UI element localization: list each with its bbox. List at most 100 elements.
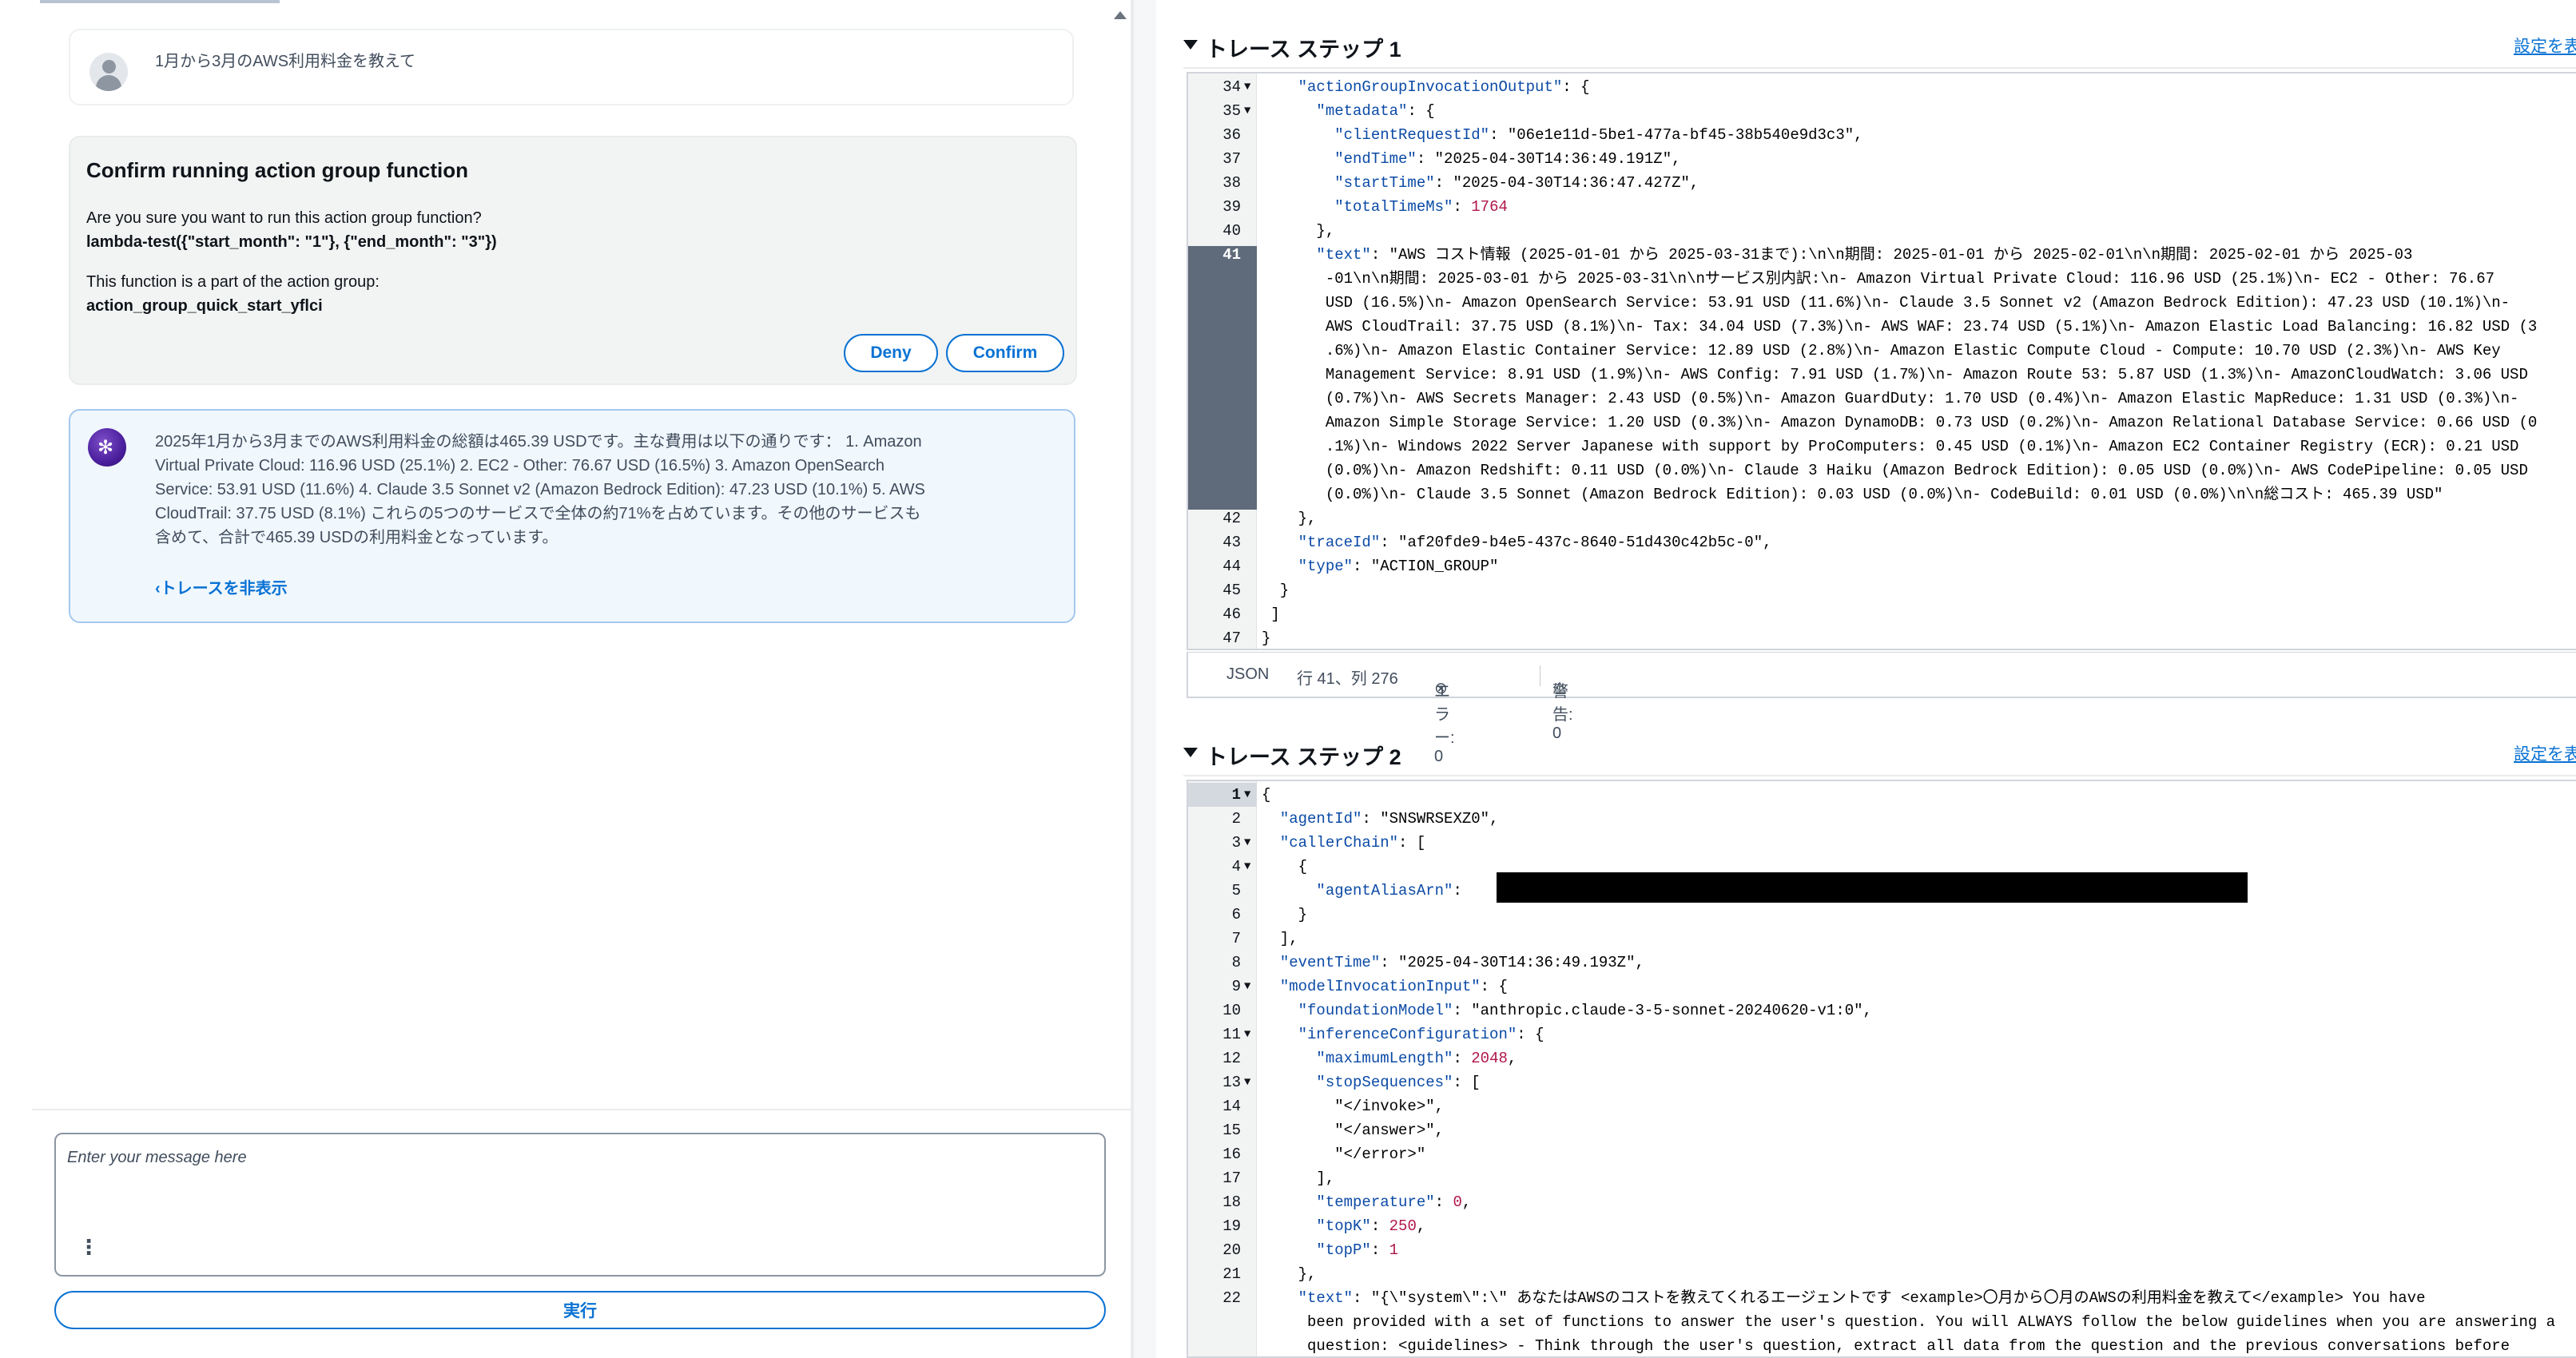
code-line[interactable]: -01\n\n期間: 2025-03-01 から 2025-03-31\n\nサ… — [1188, 267, 2576, 291]
code-line[interactable]: 22 "text": "{\"system\":\" あなたはAWSのコストを教… — [1188, 1286, 2576, 1310]
line-number: 16 — [1222, 1146, 1241, 1163]
code-text: (0.0%)\n- Claude 3.5 Sonnet (Amazon Bedr… — [1262, 486, 2443, 503]
code-line[interactable]: 45 } — [1188, 578, 2576, 602]
code-text: }, — [1262, 1265, 1317, 1283]
line-number: 20 — [1222, 1241, 1241, 1259]
code-line[interactable]: (0.0%)\n- Amazon Redshift: 0.11 USD (0.0… — [1188, 459, 2576, 482]
code-line[interactable]: (0.0%)\n- Claude 3.5 Sonnet (Amazon Bedr… — [1188, 482, 2576, 506]
code-line[interactable]: 40 }, — [1188, 219, 2576, 243]
fold-toggle-icon[interactable]: ▼ — [1244, 1070, 1250, 1094]
code-line[interactable]: question: <guidelines> - Think through t… — [1188, 1334, 2576, 1356]
code-text: } — [1262, 629, 1271, 647]
confirm-title: Confirm running action group function — [86, 158, 469, 182]
code-line[interactable]: 2 "agentId": "SNSWRSEXZ0", — [1188, 807, 2576, 831]
code-text: "</invoke>", — [1262, 1098, 1445, 1115]
code-line[interactable]: 47} — [1188, 626, 2576, 649]
trace-step-2-title: トレース ステップ 2 — [1206, 745, 1401, 769]
scroll-indicator — [40, 0, 280, 3]
code-line[interactable]: 36 "clientRequestId": "06e1e11d-5be1-477… — [1188, 123, 2576, 147]
code-text: "callerChain": [ — [1279, 834, 1426, 852]
trace-step-1-settings-link[interactable]: 設定を表示 — [2514, 34, 2576, 58]
code-text: "actionGroupInvocationOutput": { — [1298, 78, 1590, 96]
code-line[interactable]: 37 "endTime": "2025-04-30T14:36:49.191Z"… — [1188, 147, 2576, 171]
code-line[interactable]: 8 "eventTime": "2025-04-30T14:36:49.193Z… — [1188, 951, 2576, 975]
code-text: "totalTimeMs": 1764 — [1334, 198, 1508, 216]
code-text: "temperature": 0, — [1316, 1193, 1472, 1211]
fold-toggle-icon[interactable]: ▼ — [1244, 975, 1250, 999]
agent-message-line: CloudTrail: 37.75 USD (8.1%) これらの5つのサービス… — [155, 505, 921, 522]
scroll-up-icon[interactable] — [1114, 11, 1127, 19]
code-text: "eventTime": "2025-04-30T14:36:49.193Z", — [1279, 954, 1644, 971]
trace-step-2-settings-link[interactable]: 設定を表示 — [2514, 741, 2576, 765]
code-text: "endTime": "2025-04-30T14:36:49.191Z", — [1334, 150, 1681, 168]
fold-toggle-icon[interactable]: ▼ — [1244, 783, 1250, 807]
code-line[interactable]: USD (16.5%)\n- Amazon OpenSearch Service… — [1188, 291, 2576, 315]
chat-scrollbar[interactable] — [1095, 0, 1131, 1110]
code-text: .6%)\n- Amazon Elastic Container Service… — [1262, 342, 2501, 359]
fold-toggle-icon[interactable]: ▼ — [1244, 75, 1250, 99]
code-line[interactable]: 46 ] — [1188, 602, 2576, 626]
code-line[interactable]: 38 "startTime": "2025-04-30T14:36:47.427… — [1188, 171, 2576, 195]
code-line[interactable]: 12 "maximumLength": 2048, — [1188, 1046, 2576, 1070]
code-line[interactable]: 15 "</answer>", — [1188, 1118, 2576, 1142]
code-line[interactable]: 43 "traceId": "af20fde9-b4e5-437c-8640-5… — [1188, 530, 2576, 554]
trace-step-2-code-editor[interactable]: 1 ▼{2 "agentId": "SNSWRSEXZ0", 3 ▼ "callerC… — [1187, 780, 2576, 1358]
caret-down-icon — [1183, 40, 1198, 50]
code-line[interactable]: 14 "</invoke>", — [1188, 1094, 2576, 1118]
line-number: 1 — [1231, 786, 1241, 804]
trace-step-1-header[interactable]: トレース ステップ 1 設定を表示 — [1183, 29, 2576, 69]
code-text: (0.0%)\n- Amazon Redshift: 0.11 USD (0.0… — [1262, 462, 2528, 479]
code-line[interactable]: 20 "topP": 1 — [1188, 1238, 2576, 1262]
trace-step-2-header[interactable]: トレース ステップ 2 設定を表示 — [1183, 737, 2576, 776]
code-line[interactable]: 17 ], — [1188, 1166, 2576, 1190]
code-line[interactable]: 9 ▼ "modelInvocationInput": { — [1188, 975, 2576, 999]
code-line[interactable]: .1%)\n- Windows 2022 Server Japanese wit… — [1188, 435, 2576, 459]
code-text: { — [1262, 786, 1271, 804]
code-text: "type": "ACTION_GROUP" — [1298, 558, 1499, 575]
divider — [32, 1109, 1131, 1110]
code-line[interactable]: Amazon Simple Storage Service: 1.20 USD … — [1188, 411, 2576, 435]
deny-button[interactable]: Deny — [844, 334, 938, 372]
code-text: ], — [1262, 1169, 1335, 1187]
line-number: 10 — [1222, 1002, 1241, 1019]
code-line[interactable]: 11 ▼ "inferenceConfiguration": { — [1188, 1022, 2576, 1046]
fold-toggle-icon[interactable]: ▼ — [1244, 831, 1250, 855]
code-text: "agentAliasArn": — [1316, 882, 1462, 899]
code-line[interactable]: 10 "foundationModel": "anthropic.claude-… — [1188, 999, 2576, 1022]
code-line[interactable]: (0.7%)\n- AWS Secrets Manager: 2.43 USD … — [1188, 387, 2576, 411]
line-number: 35 — [1222, 102, 1241, 120]
code-line[interactable]: 41 "text": "AWS コスト情報 (2025-01-01 から 202… — [1188, 243, 2576, 267]
code-line[interactable]: 6 } — [1188, 903, 2576, 927]
code-line[interactable]: 39 "totalTimeMs": 1764 — [1188, 195, 2576, 219]
fold-toggle-icon[interactable]: ▼ — [1244, 1022, 1250, 1046]
message-input[interactable]: Enter your message here ⋮ — [54, 1133, 1106, 1277]
run-button[interactable]: 実行 — [54, 1291, 1106, 1329]
code-line[interactable]: 34 ▼ "actionGroupInvocationOutput": { — [1188, 75, 2576, 99]
code-line[interactable]: 35 ▼ "metadata": { — [1188, 99, 2576, 123]
code-line[interactable]: been provided with a set of functions to… — [1188, 1310, 2576, 1334]
fold-toggle-icon[interactable]: ▼ — [1244, 855, 1250, 879]
code-line[interactable]: Management Service: 8.91 USD (1.9%)\n- A… — [1188, 363, 2576, 387]
code-line[interactable]: 44 "type": "ACTION_GROUP" — [1188, 554, 2576, 578]
hide-trace-link[interactable]: ‹トレースを非表示 — [155, 575, 288, 598]
trace-step-1-code-editor[interactable]: 34 ▼ "actionGroupInvocationOutput": {35 ▼ … — [1187, 72, 2576, 650]
code-line[interactable]: 13 ▼ "stopSequences": [ — [1188, 1070, 2576, 1094]
code-line[interactable]: .6%)\n- Amazon Elastic Container Service… — [1188, 339, 2576, 363]
code-line[interactable]: 16 "</error>" — [1188, 1142, 2576, 1166]
confirm-button[interactable]: Confirm — [946, 334, 1064, 372]
fold-toggle-icon[interactable]: ▼ — [1244, 99, 1250, 123]
code-text: "agentId": "SNSWRSEXZ0", — [1279, 810, 1499, 828]
code-line[interactable]: 18 "temperature": 0, — [1188, 1190, 2576, 1214]
line-number: 47 — [1222, 629, 1241, 647]
code-line[interactable]: 21 }, — [1188, 1262, 2576, 1286]
chevron-left-icon: ‹ — [155, 580, 161, 598]
code-line[interactable]: 19 "topK": 250, — [1188, 1214, 2576, 1238]
code-line[interactable]: AWS CloudTrail: 37.75 USD (8.1%)\n- Tax:… — [1188, 315, 2576, 339]
line-number: 36 — [1222, 126, 1241, 144]
line-number: 46 — [1222, 606, 1241, 623]
code-line[interactable]: 3 ▼ "callerChain": [ — [1188, 831, 2576, 855]
more-options-icon[interactable]: ⋮ — [78, 1235, 99, 1260]
code-line[interactable]: 7 ], — [1188, 927, 2576, 951]
code-line[interactable]: 1 ▼ { — [1188, 783, 2576, 807]
code-line[interactable]: 42 }, — [1188, 506, 2576, 530]
